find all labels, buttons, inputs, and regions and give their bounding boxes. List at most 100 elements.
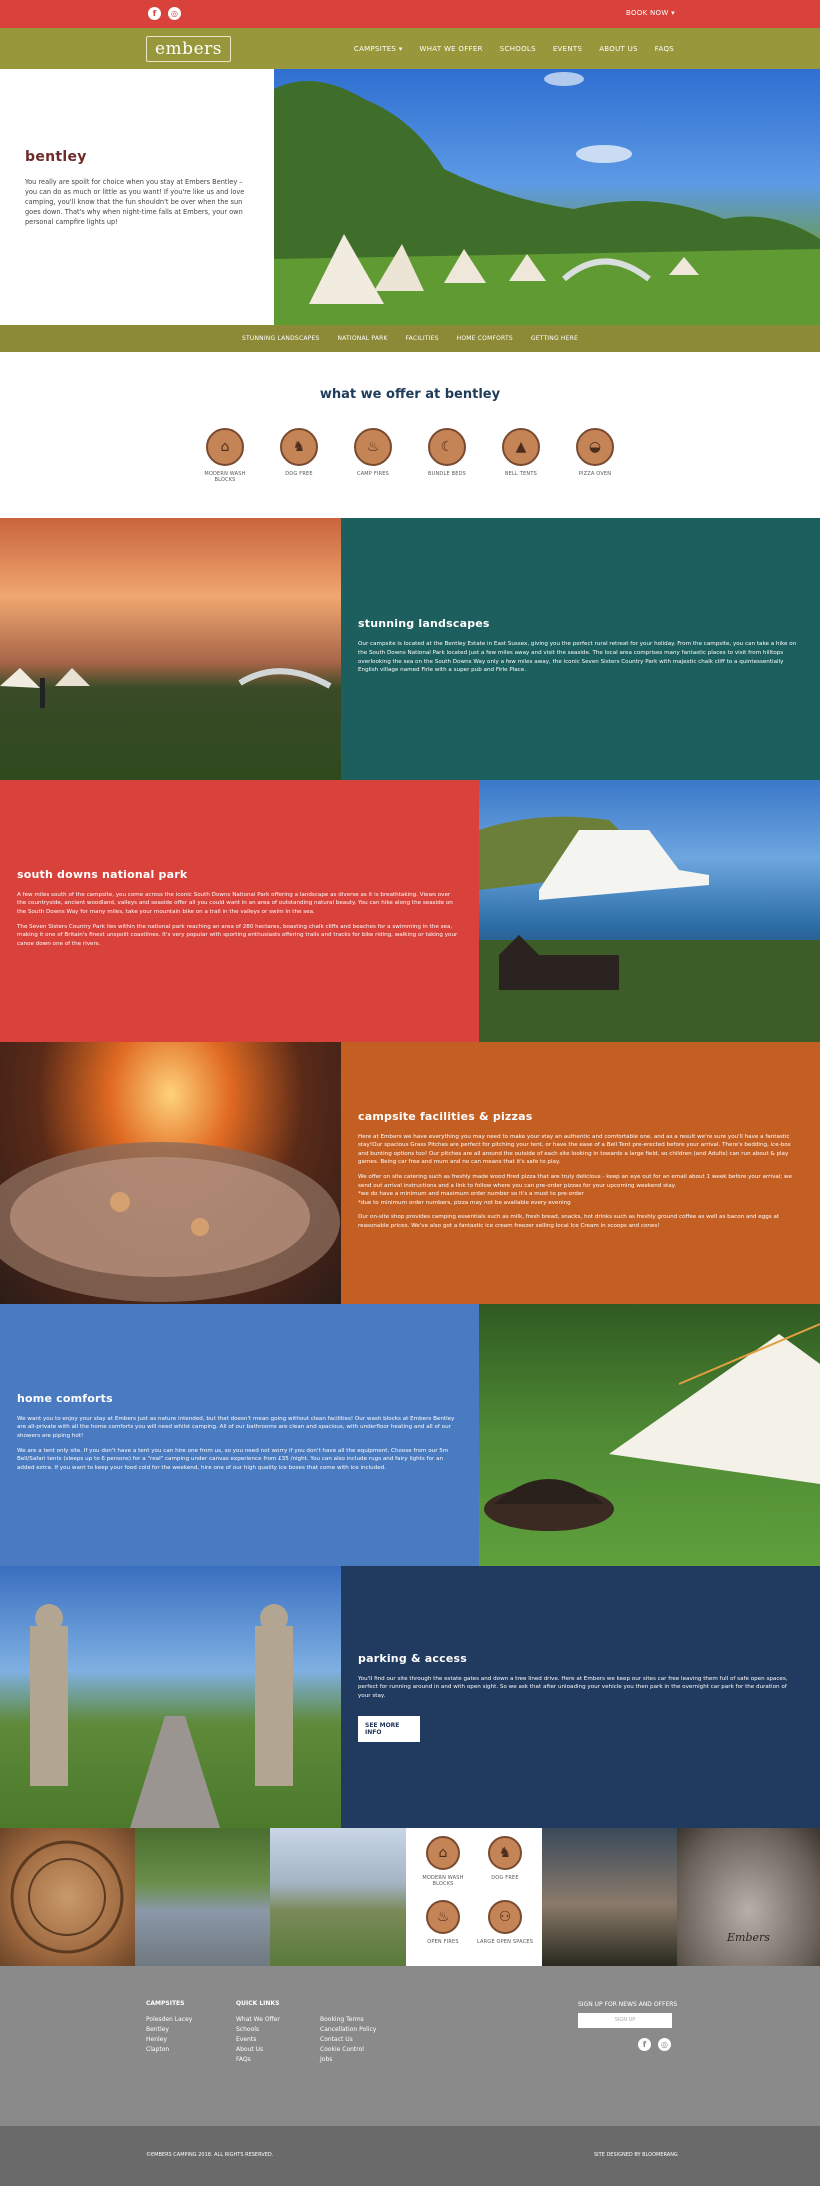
dog-icon: ♞ [488, 1836, 522, 1870]
footer-link[interactable]: FAQs [236, 2055, 280, 2065]
signup-button[interactable]: SIGN UP [578, 2013, 672, 2028]
section-text: stunning landscapes Our campsite is loca… [341, 518, 820, 780]
feature-dog-free: ♞ DOG FREE [269, 428, 329, 483]
wash-icon: ⌂ [206, 428, 244, 466]
gallery-icons-tile: ⌂ MODERN WASH BLOCKS ♞ DOG FREE ♨ OPEN FIRE… [406, 1828, 542, 1966]
wash-icon: ⌂ [426, 1836, 460, 1870]
tile-open-fires: ♨ OPEN FIRES [412, 1900, 474, 1958]
subnav-home-comforts[interactable]: HOME COMFORTS [457, 335, 513, 342]
subnav-facilities[interactable]: FACILITIES [406, 335, 439, 342]
footer-link[interactable]: Cookie Control [320, 2045, 376, 2055]
offer-title: what we offer at bentley [319, 387, 501, 402]
feature-pizza-oven: ◒ PIZZA OVEN [565, 428, 625, 483]
sub-nav: STUNNING LANDSCAPES NATIONAL PARK FACILI… [0, 325, 820, 352]
section-text: parking & access You'll find our site th… [341, 1566, 820, 1828]
footer-link[interactable]: Jobs [320, 2055, 376, 2065]
facebook-icon[interactable]: f [148, 7, 161, 20]
footer-campsites-list: Polesden Lacey Bentley Henley Clapton [146, 2015, 192, 2055]
footer-link[interactable]: Clapton [146, 2045, 192, 2055]
spaces-icon: ⚇ [488, 1900, 522, 1934]
nav-campsites[interactable]: CAMPSITES ▾ [354, 45, 403, 53]
feature-wash-blocks: ⌂ MODERN WASH BLOCKS [195, 428, 255, 483]
section-paragraph: We offer on site catering such as freshl… [358, 1173, 792, 1206]
designer-credit[interactable]: SITE DESIGNED BY BLOOMERANG [594, 2152, 678, 2158]
footer-quicklinks-col2: Booking Terms Cancellation Policy Contac… [320, 2015, 376, 2065]
footer-link[interactable]: Polesden Lacey [146, 2015, 192, 2025]
section-stunning-landscapes: stunning landscapes Our campsite is loca… [0, 518, 820, 780]
fire-icon: ♨ [426, 1900, 460, 1934]
section-home-comforts: home comforts We want you to enjoy your … [0, 1304, 820, 1566]
see-more-info-button[interactable]: SEE MORE INFO [358, 1716, 420, 1743]
subnav-stunning-landscapes[interactable]: STUNNING LANDSCAPES [242, 335, 319, 342]
footer-link[interactable]: About Us [236, 2045, 280, 2055]
footer-link[interactable]: Cancellation Policy [320, 2025, 376, 2035]
footer-link[interactable]: Contact Us [320, 2035, 376, 2045]
dog-icon: ♞ [280, 428, 318, 466]
section-paragraph: Our campsite is located at the Bentley E… [358, 641, 797, 674]
main-nav: embers CAMPSITES ▾ WHAT WE OFFER SCHOOLS… [0, 28, 820, 69]
subnav-national-park[interactable]: NATIONAL PARK [337, 335, 387, 342]
footer-link[interactable]: Booking Terms [320, 2015, 376, 2025]
nav-about-us[interactable]: ABOUT US [599, 45, 638, 53]
wood-logo-image [0, 1828, 135, 1966]
fire-icon: ♨ [354, 428, 392, 466]
footer-link[interactable]: Henley [146, 2035, 192, 2045]
what-we-offer: what we offer at bentley ⌂ MODERN WASH BL… [0, 352, 820, 518]
dusk-trees-image [542, 1828, 677, 1966]
top-bar: f ◎ BOOK NOW ▾ [0, 0, 820, 28]
section-paragraph: Our on-site shop provides camping essent… [358, 1214, 780, 1229]
hero-image-bell-tents [274, 69, 820, 325]
section-paragraph: We want you to enjoy your stay at Embers… [17, 1415, 455, 1439]
tile-wash-blocks: ⌂ MODERN WASH BLOCKS [412, 1836, 474, 1900]
embers-logo[interactable]: embers [146, 36, 231, 62]
tile-dog-free: ♞ DOG FREE [474, 1836, 536, 1900]
instagram-icon[interactable]: ◎ [168, 7, 181, 20]
copyright-text: ©EMBERS CAMPING 2018. ALL RIGHTS RESERVE… [146, 2152, 274, 2158]
wash-block-image [135, 1828, 270, 1966]
section-text: south downs national park A few miles so… [0, 780, 479, 1042]
nav-what-we-offer[interactable]: WHAT WE OFFER [420, 45, 483, 53]
section-paragraph: Here at Embers we have everything you ma… [358, 1133, 791, 1166]
pizza-icon: ◒ [576, 428, 614, 466]
feature-camp-fires: ♨ CAMP FIRES [343, 428, 403, 483]
subnav-getting-here[interactable]: GETTING HERE [531, 335, 578, 342]
section-text: campsite facilities & pizzas Here at Emb… [341, 1042, 820, 1304]
book-now-button[interactable]: BOOK NOW ▾ [626, 9, 675, 17]
feature-bell-tents: ▲ BELL TENTS [491, 428, 551, 483]
pizza-oven-image [0, 1042, 341, 1304]
sunset-campsite-image [0, 518, 341, 780]
nav-schools[interactable]: SCHOOLS [500, 45, 536, 53]
tent-firepit-image [479, 1304, 820, 1566]
section-text: home comforts We want you to enjoy your … [0, 1304, 479, 1566]
footer-campsites-heading: CAMPSITES [146, 2000, 185, 2007]
estate-gates-image [0, 1566, 341, 1828]
section-south-downs: south downs national park A few miles so… [0, 780, 820, 1042]
page-title: bentley [25, 149, 87, 165]
country-house-image [270, 1828, 406, 1966]
seven-sisters-cliffs-image [479, 780, 820, 1042]
instagram-icon[interactable]: ◎ [658, 2038, 671, 2051]
facebook-icon[interactable]: f [638, 2038, 651, 2051]
section-title: home comforts [17, 1391, 113, 1405]
section-paragraph: You'll find our site through the estate … [358, 1675, 788, 1699]
tile-open-spaces: ⚇ LARGE OPEN SPACES [474, 1900, 536, 1958]
section-paragraph: The Seven Sisters Country Park lies with… [17, 923, 458, 947]
section-paragraph: A few miles south of the campsite, you c… [17, 891, 453, 915]
section-facilities: campsite facilities & pizzas Here at Emb… [0, 1042, 820, 1304]
nav-faqs[interactable]: FAQS [655, 45, 674, 53]
footer-quicklinks-col1: What We Offer Schools Events About Us FA… [236, 2015, 280, 2065]
embers-glass-image: Embers [677, 1828, 820, 1966]
tent-icon: ▲ [502, 428, 540, 466]
footer-link[interactable]: Events [236, 2035, 280, 2045]
footer-link[interactable]: What We Offer [236, 2015, 280, 2025]
section-title: campsite facilities & pizzas [358, 1109, 533, 1123]
glass-logo: Embers [727, 1931, 770, 1944]
section-title: stunning landscapes [358, 617, 490, 631]
footer-link[interactable]: Bentley [146, 2025, 192, 2035]
copyright-bar: ©EMBERS CAMPING 2018. ALL RIGHTS RESERVE… [0, 2126, 820, 2186]
nav-events[interactable]: EVENTS [553, 45, 582, 53]
feature-bundle-beds: ☾ BUNDLE BEDS [417, 428, 477, 483]
footer-link[interactable]: Schools [236, 2025, 280, 2035]
footer: CAMPSITES Polesden Lacey Bentley Henley … [0, 1966, 820, 2126]
footer-quicklinks-heading: QUICK LINKS [236, 2000, 280, 2007]
